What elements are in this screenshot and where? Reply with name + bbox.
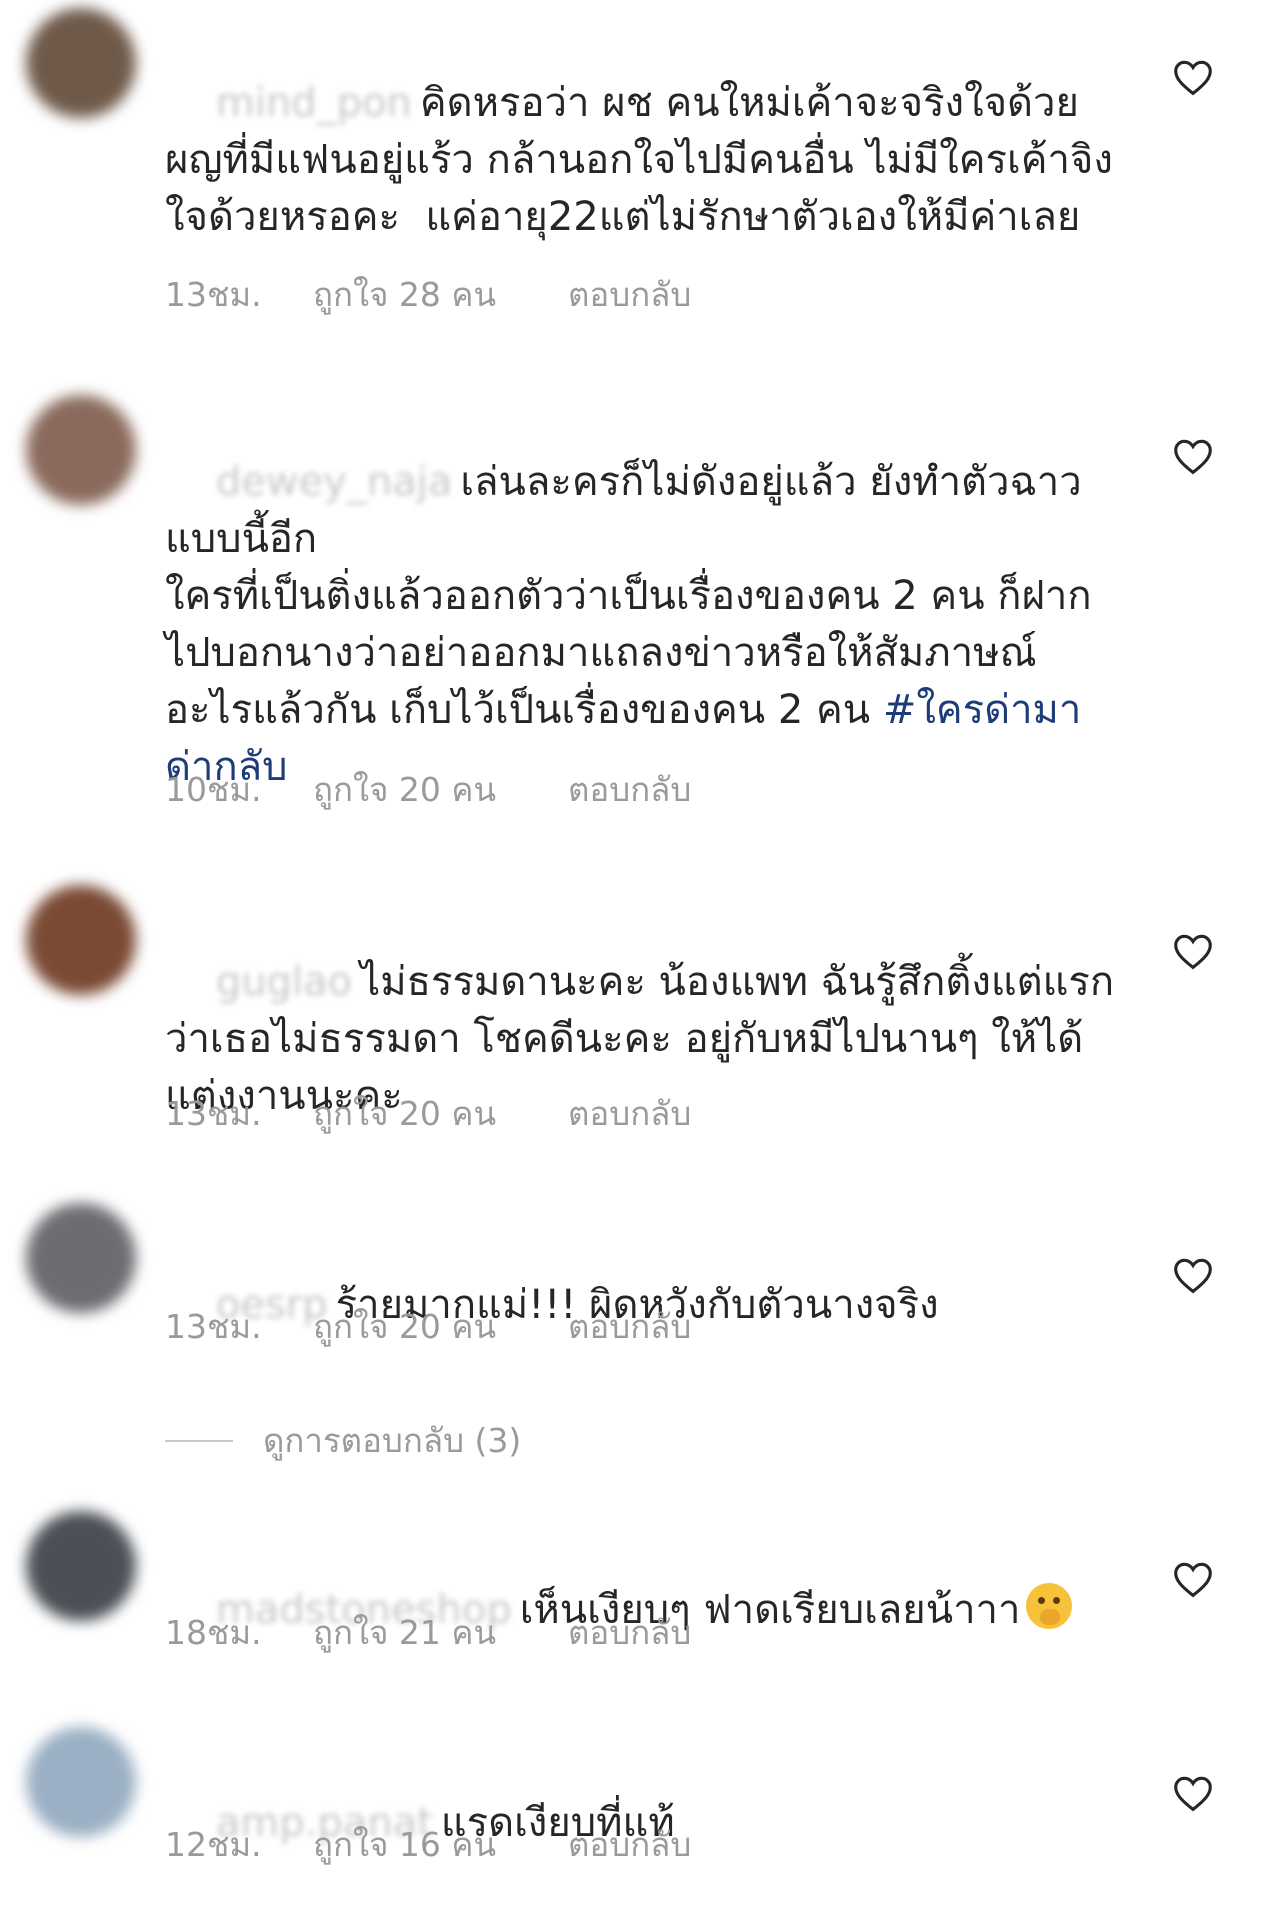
likes-count[interactable]: ถูกใจ 21 คน	[313, 1606, 568, 1659]
likes-count[interactable]: ถูกใจ 20 คน	[313, 1300, 568, 1353]
comment-meta: 12ชม. ถูกใจ 16 คน ตอบกลับ	[165, 1818, 691, 1871]
comment-time: 12ชม.	[165, 1825, 262, 1864]
avatar[interactable]	[26, 1511, 136, 1621]
reply-button[interactable]: ตอบกลับ	[568, 763, 691, 816]
reply-button[interactable]: ตอบกลับ	[568, 268, 691, 321]
reply-button[interactable]: ตอบกลับ	[568, 1818, 691, 1871]
heart-outline-icon[interactable]	[1172, 1256, 1214, 1294]
comment-time: 13ชม.	[165, 1094, 262, 1133]
comment-time: 13ชม.	[165, 1307, 262, 1346]
avatar[interactable]	[26, 1203, 136, 1313]
heart-outline-icon[interactable]	[1172, 1774, 1214, 1812]
reply-button[interactable]: ตอบกลับ	[568, 1606, 691, 1659]
comment-meta: 13ชม. ถูกใจ 20 คน ตอบกลับ	[165, 1300, 691, 1353]
heart-outline-icon[interactable]	[1172, 58, 1214, 96]
reply-button[interactable]: ตอบกลับ	[568, 1087, 691, 1140]
comment-time: 13ชม.	[165, 275, 262, 314]
likes-count[interactable]: ถูกใจ 20 คน	[313, 1087, 568, 1140]
view-replies-button[interactable]: ดูการตอบกลับ (3)	[165, 1414, 521, 1467]
likes-count[interactable]: ถูกใจ 16 คน	[313, 1818, 568, 1871]
likes-count[interactable]: ถูกใจ 28 คน	[313, 268, 568, 321]
avatar[interactable]	[26, 1727, 136, 1837]
reply-button[interactable]: ตอบกลับ	[568, 1300, 691, 1353]
heart-outline-icon[interactable]	[1172, 932, 1214, 970]
username[interactable]: mind_pon	[216, 80, 412, 126]
avatar[interactable]	[26, 885, 136, 995]
username[interactable]: guglao	[216, 959, 352, 1005]
comment-meta: 10ชม. ถูกใจ 20 คน ตอบกลับ	[165, 763, 691, 816]
comment-meta: 13ชม. ถูกใจ 20 คน ตอบกลับ	[165, 1087, 691, 1140]
comment-meta: 18ชม. ถูกใจ 21 คน ตอบกลับ	[165, 1606, 691, 1659]
avatar[interactable]	[26, 8, 136, 118]
comment-meta: 13ชม. ถูกใจ 28 คน ตอบกลับ	[165, 268, 691, 321]
replies-divider	[165, 1439, 233, 1442]
avatar[interactable]	[26, 395, 136, 505]
comment-time: 18ชม.	[165, 1613, 262, 1652]
likes-count[interactable]: ถูกใจ 20 คน	[313, 763, 568, 816]
comment-time: 10ชม.	[165, 770, 262, 809]
username[interactable]: dewey_naja	[216, 459, 452, 505]
comment-text: mind_pon คิดหรอว่า ผช คนใหม่เค้าจะจริงใจด…	[165, 18, 1115, 303]
view-replies-label[interactable]: ดูการตอบกลับ (3)	[263, 1414, 521, 1467]
heart-outline-icon[interactable]	[1172, 1560, 1214, 1598]
face-with-hand-over-mouth-emoji	[1026, 1583, 1073, 1629]
heart-outline-icon[interactable]	[1172, 437, 1214, 475]
